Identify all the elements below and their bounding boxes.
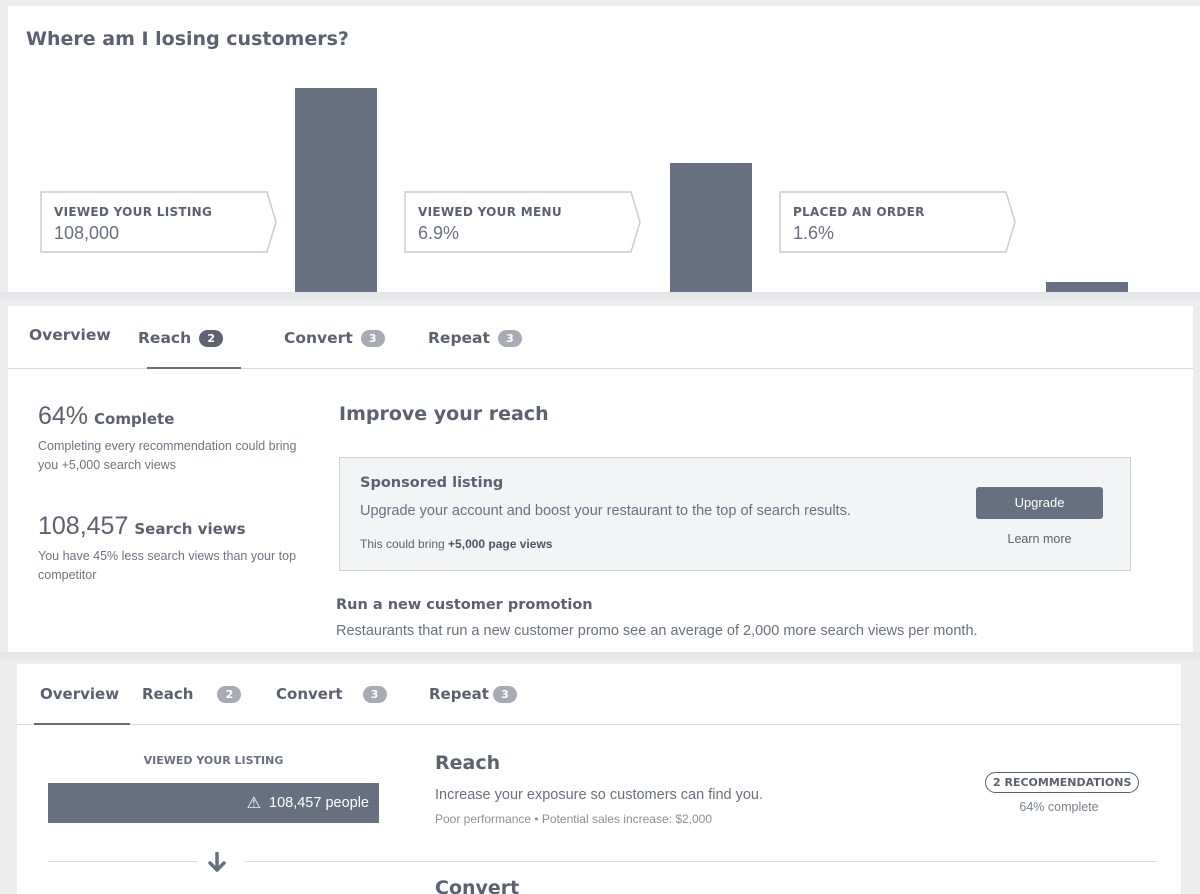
funnel-step-label: VIEWED YOUR LISTING — [143, 754, 284, 767]
reach-panel: Overview Reach 2 Convert 3 Repeat 3 64% Comp… — [8, 306, 1193, 654]
tab-convert[interactable]: Convert 3 — [284, 329, 385, 347]
reach-section-description: Increase your exposure so customers can … — [435, 787, 764, 803]
promotion-title: Run a new customer promotion — [336, 597, 593, 613]
convert-section-title: Convert — [435, 877, 520, 894]
funnel-panel: Where am I losing customers? VIEWED YOUR… — [8, 6, 1200, 294]
tab-count-badge: 3 — [492, 686, 517, 703]
recommendation-impact: This could bring +5,000 page views — [360, 537, 552, 551]
tab-bar: Overview Reach 2 Convert 3 Repeat 3 — [17, 664, 1181, 725]
funnel-title: Where am I losing customers? — [26, 28, 349, 50]
reach-percent-complete: 64% complete — [1019, 800, 1099, 814]
upgrade-button[interactable]: Upgrade — [976, 487, 1103, 519]
sponsored-listing-card: Sponsored listing Upgrade your account a… — [339, 457, 1131, 571]
tab-count-badge: 2 — [199, 330, 224, 347]
tab-overview[interactable]: Overview — [40, 685, 119, 703]
tab-label: Overview — [40, 685, 120, 703]
impact-prefix: This could bring — [360, 537, 449, 551]
funnel-step-value: 108,457 people — [269, 795, 369, 811]
stage-value: 108,000 — [54, 223, 120, 243]
stage-label: VIEWED YOUR LISTING — [54, 205, 213, 219]
stage-value: 1.6% — [793, 223, 835, 243]
complete-stat: 64% Complete Completing every recommendat… — [38, 402, 308, 475]
tab-label: Repeat — [429, 685, 489, 703]
bar-viewed-menu — [670, 163, 752, 294]
warning-icon: ⚠ — [246, 795, 261, 812]
impact-value: +5,000 page views — [448, 537, 553, 551]
recommendation-title: Sponsored listing — [360, 475, 504, 491]
stage-placed-order: PLACED AN ORDER 1.6% — [779, 191, 1017, 253]
search-views-stat: 108,457 Search views You have 45% less se… — [38, 512, 308, 585]
reach-performance-note: Poor performance • Potential sales incre… — [435, 812, 713, 826]
search-views-label: Search views — [134, 520, 246, 538]
active-tab-indicator — [34, 723, 130, 725]
tab-label: Repeat — [428, 329, 490, 347]
stage-viewed-menu: VIEWED YOUR MENU 6.9% — [404, 191, 642, 253]
learn-more-link[interactable]: Learn more — [976, 532, 1103, 546]
tab-label: Overview — [29, 326, 111, 344]
stage-viewed-listing: VIEWED YOUR LISTING 108,000 — [40, 191, 278, 253]
complete-description: Completing every recommendation could br… — [38, 439, 297, 472]
arrow-down-icon — [208, 852, 226, 872]
tab-label: Convert — [276, 685, 343, 703]
tab-convert[interactable]: Convert 3 — [276, 685, 387, 703]
tab-label: Reach — [142, 685, 194, 703]
stage-label: PLACED AN ORDER — [793, 205, 925, 219]
tab-repeat[interactable]: Repeat 3 — [429, 685, 517, 703]
stage-value: 6.9% — [418, 223, 460, 243]
tab-reach[interactable]: Reach 2 — [142, 685, 242, 703]
search-views-count: 108,457 — [38, 512, 129, 540]
divider — [48, 861, 198, 862]
tab-label: Reach — [138, 329, 192, 347]
stage-label: VIEWED YOUR MENU — [418, 205, 562, 219]
complete-label: Complete — [94, 410, 175, 428]
improve-reach-heading: Improve your reach — [339, 403, 549, 425]
tab-count-badge: 3 — [497, 330, 522, 347]
tab-label: Convert — [284, 329, 353, 347]
search-views-description: You have 45% less search views than your… — [38, 549, 297, 582]
tab-bar: Overview Reach 2 Convert 3 Repeat 3 — [8, 306, 1193, 369]
tab-reach[interactable]: Reach 2 — [138, 329, 224, 347]
reach-section-title: Reach — [435, 752, 501, 774]
tab-repeat[interactable]: Repeat 3 — [428, 329, 522, 347]
tab-count-badge: 3 — [362, 686, 387, 703]
funnel-step-bar: ⚠ 108,457 people — [48, 783, 379, 823]
panel-separator — [0, 652, 1200, 664]
tab-overview[interactable]: Overview — [29, 326, 111, 344]
tab-count-badge: 2 — [217, 686, 242, 703]
recommendations-badge[interactable]: 2 RECOMMENDATIONS — [985, 772, 1140, 793]
bar-viewed-listing — [295, 88, 377, 294]
active-tab-indicator — [147, 367, 241, 369]
tab-count-badge: 3 — [360, 330, 385, 347]
complete-percent: 64% — [38, 402, 89, 430]
divider — [245, 861, 1157, 862]
recommendation-description: Upgrade your account and boost your rest… — [360, 503, 851, 519]
overview-panel: Overview Reach 2 Convert 3 Repeat 3 VIEWED … — [17, 664, 1181, 894]
promotion-description: Restaurants that run a new customer prom… — [336, 623, 978, 639]
panel-separator — [0, 292, 1200, 304]
